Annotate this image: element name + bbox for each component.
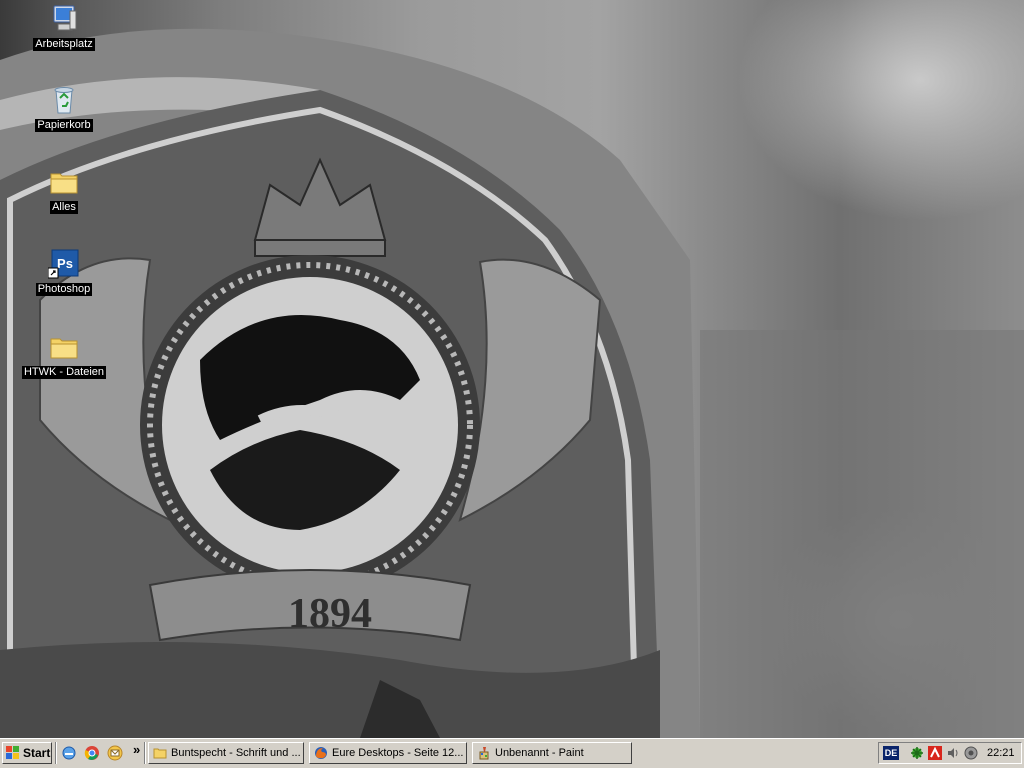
antivirus-icon[interactable] [928,746,942,760]
mail-icon[interactable] [107,745,123,761]
task-button-paint[interactable]: Unbenannt - Paint [472,742,632,764]
folder-icon [50,173,78,194]
task-button-label: Unbenannt - Paint [495,747,584,759]
start-label: Start [23,746,51,760]
task-button-label: Buntspecht - Schrift und ... [171,747,301,759]
emblem-year: 1894 [288,591,372,637]
desktop-icon-label: Papierkorb [35,119,93,132]
desktop-icon-label: HTWK - Dateien [21,366,107,379]
photoshop-badge: Ps [57,256,73,271]
windows-logo-icon [6,746,19,759]
desktop-wallpaper: 1894 [0,0,1024,738]
wallpaper-photo: 1894 [0,28,1024,738]
desktop-icon-htwk-dateien[interactable]: HTWK - Dateien [19,331,109,379]
system-tray: DE 22:21 [878,742,1022,764]
taskbar-separator [55,742,57,764]
paint-icon [479,747,489,760]
desktop-icon-label: Photoshop [35,283,93,296]
chrome-icon[interactable] [84,745,100,761]
desktop-icon-photoshop[interactable]: Ps Photoshop [19,248,109,296]
folder-icon [50,338,78,359]
desktop-icon-alles[interactable]: Alles [19,166,109,214]
clock[interactable]: 22:21 [987,747,1015,759]
taskbar: Start » Buntspecht - Schrift und ... Eur… [0,738,1024,768]
update-icon[interactable] [964,746,978,760]
network-icon[interactable] [910,746,924,760]
task-button-eure-desktops[interactable]: Eure Desktops - Seite 12... [309,742,467,764]
task-button-buntspecht[interactable]: Buntspecht - Schrift und ... [148,742,304,764]
desktop-icon-papierkorb[interactable]: Papierkorb [19,84,109,132]
firefox-icon [315,747,327,759]
language-indicator[interactable]: DE [883,746,899,760]
my-computer-icon [53,5,77,31]
taskbar-separator [144,742,146,764]
folder-icon [153,748,167,759]
recycle-bin-icon [54,87,74,114]
task-button-label: Eure Desktops - Seite 12... [332,747,464,759]
volume-icon[interactable] [946,746,960,760]
photoshop-icon: Ps [48,249,79,279]
desktop-icon-label: Alles [50,201,78,214]
internet-explorer-icon[interactable] [61,745,77,761]
desktop-icon-label: Arbeitsplatz [33,38,95,51]
quick-launch-chevron[interactable]: » [133,742,140,757]
start-button[interactable]: Start [2,742,52,764]
desktop-icon-arbeitsplatz[interactable]: Arbeitsplatz [19,3,109,51]
